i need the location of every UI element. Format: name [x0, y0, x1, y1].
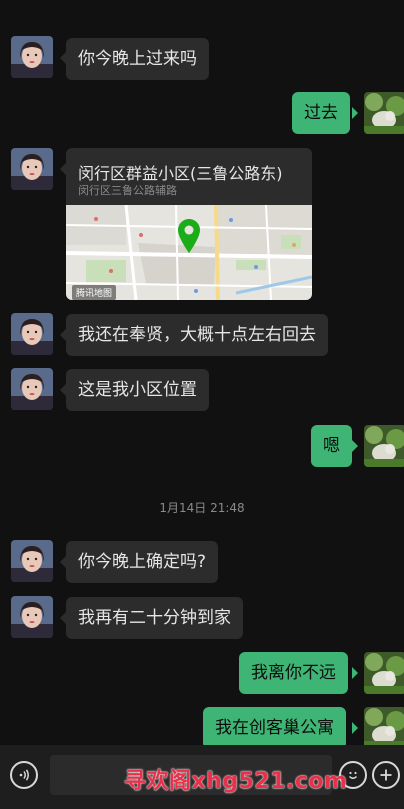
plus-icon[interactable]	[372, 761, 400, 789]
my-avatar[interactable]	[364, 92, 404, 134]
contact-avatar[interactable]	[11, 540, 53, 582]
bubble-tail	[352, 440, 358, 452]
my-avatar[interactable]	[364, 707, 404, 749]
message-bubble-incoming[interactable]: 我还在奉贤，大概十点左右回去	[66, 314, 328, 356]
my-avatar[interactable]	[364, 425, 404, 467]
message-bubble-outgoing[interactable]: 我离你不远	[239, 652, 348, 694]
location-subtitle: 闵行区三鲁公路辅路	[78, 184, 177, 197]
message-bubble-outgoing[interactable]: 嗯	[311, 425, 352, 467]
contact-avatar[interactable]	[11, 596, 53, 638]
chat-timestamp: 1月14日 21:48	[159, 501, 245, 515]
message-bubble-outgoing[interactable]: 我在创客巢公寓	[203, 707, 346, 749]
watermark-text: 寻欢阁xhg521.com	[124, 769, 348, 794]
my-avatar[interactable]	[364, 652, 404, 694]
location-message-card[interactable]: 闵行区群益小区(三鲁公路东) 闵行区三鲁公路辅路 腾讯地图	[66, 148, 312, 300]
message-bubble-incoming[interactable]: 你今晚上确定吗?	[66, 541, 219, 583]
map-pin-icon	[178, 219, 200, 257]
message-bubble-incoming[interactable]: 这是我小区位置	[66, 369, 209, 411]
map-badge: 腾讯地图	[72, 285, 117, 300]
message-bubble-incoming[interactable]: 我再有二十分钟到家	[66, 597, 243, 639]
message-bubble-outgoing[interactable]: 过去	[292, 92, 350, 134]
location-map-preview[interactable]: 腾讯地图	[66, 204, 312, 300]
contact-avatar[interactable]	[11, 313, 53, 355]
location-title: 闵行区群益小区(三鲁公路东)	[78, 164, 283, 183]
voice-icon[interactable]	[10, 761, 38, 789]
contact-avatar[interactable]	[11, 36, 53, 78]
bubble-tail	[352, 107, 358, 119]
bubble-tail	[352, 667, 358, 679]
message-bubble-incoming[interactable]: 你今晚上过来吗	[66, 38, 209, 80]
contact-avatar[interactable]	[11, 368, 53, 410]
bubble-tail	[352, 722, 358, 734]
contact-avatar[interactable]	[11, 148, 53, 190]
